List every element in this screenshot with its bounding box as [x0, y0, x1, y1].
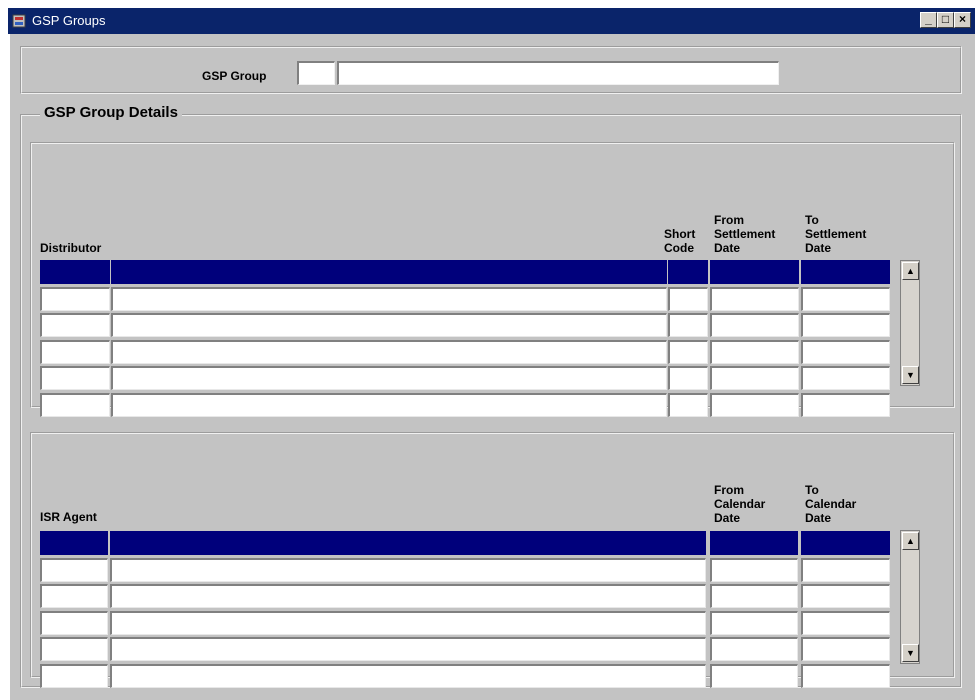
isr-agent-agent-code-cell[interactable]: [40, 557, 108, 582]
from-settlement-header-2: Settlement: [714, 227, 776, 241]
isr-agent-to-calendar-date-cell[interactable]: [801, 610, 890, 635]
distributor-distributor-name-cell[interactable]: [111, 286, 667, 311]
distributor-header: Distributor: [40, 241, 102, 255]
scroll-up-icon[interactable]: ▲: [902, 532, 919, 550]
distributor-from-settlement-date-cell[interactable]: [710, 366, 799, 390]
distributor-to-settlement-date-cell[interactable]: [801, 339, 890, 364]
isr-agent-from-calendar-date-cell[interactable]: [710, 557, 798, 582]
gsp-group-label: GSP Group: [202, 69, 267, 83]
to-calendar-header-3: Date: [805, 511, 832, 525]
to-calendar-header-2: Calendar: [805, 497, 857, 511]
distributor-distributor-code-cell[interactable]: [40, 366, 110, 390]
from-calendar-header-3: Date: [714, 511, 741, 525]
to-calendar-header-1: To: [805, 483, 819, 497]
distributor-distributor-code-cell[interactable]: [40, 339, 110, 364]
isr-agent-from-calendar-date-cell[interactable]: [710, 663, 798, 688]
short-code-header-1: Short: [664, 227, 696, 241]
isr-agent-from-calendar-date-cell[interactable]: [710, 637, 798, 661]
distributor-distributor-name-cell[interactable]: [111, 366, 667, 390]
gsp-group-details-title: GSP Group Details: [40, 104, 182, 121]
isr-agent-agent-name-cell[interactable]: [110, 637, 706, 661]
distributor-distributor-code-cell[interactable]: [40, 392, 110, 417]
to-settlement-header-2: Settlement: [805, 227, 867, 241]
distributor-to-settlement-date-cell[interactable]: [801, 286, 890, 311]
window-title: GSP Groups: [32, 13, 106, 28]
isr-agent-to-calendar-date-cell[interactable]: [801, 663, 890, 688]
to-settlement-header-3: Date: [805, 241, 832, 255]
isr-agent-from-calendar-date-cell[interactable]: [710, 531, 798, 555]
distributor-distributor-name-cell[interactable]: [111, 313, 667, 337]
distributor-from-settlement-date-cell[interactable]: [710, 260, 799, 284]
distributor-to-settlement-date-cell[interactable]: [801, 260, 890, 284]
isr-agent-agent-code-cell[interactable]: [40, 584, 108, 608]
minimize-button[interactable]: _: [920, 12, 937, 28]
scroll-down-icon[interactable]: ▼: [902, 366, 919, 384]
maximize-button[interactable]: □: [937, 12, 954, 28]
from-calendar-header-1: From: [714, 483, 744, 497]
distributor-from-settlement-date-cell[interactable]: [710, 286, 799, 311]
distributor-distributor-code-cell[interactable]: [40, 286, 110, 311]
isr-agent-agent-code-cell[interactable]: [40, 531, 108, 555]
distributor-from-settlement-date-cell[interactable]: [710, 392, 799, 417]
distributor-to-settlement-date-cell[interactable]: [801, 366, 890, 390]
isr-agent-agent-name-cell[interactable]: [110, 610, 706, 635]
gsp-group-code-input[interactable]: [297, 61, 335, 85]
isr-agent-from-calendar-date-cell[interactable]: [710, 610, 798, 635]
distributor-distributor-name-cell[interactable]: [111, 392, 667, 417]
distributor-distributor-name-cell[interactable]: [111, 339, 667, 364]
app-icon: [12, 14, 26, 28]
isr-agent-header: ISR Agent: [40, 510, 97, 524]
isr-agent-agent-code-cell[interactable]: [40, 663, 108, 688]
distributor-to-settlement-date-cell[interactable]: [801, 392, 890, 417]
isr-agent-agent-name-cell[interactable]: [110, 663, 706, 688]
distributor-from-settlement-date-cell[interactable]: [710, 313, 799, 337]
isr-agent-agent-name-cell[interactable]: [110, 531, 706, 555]
close-button[interactable]: ×: [954, 12, 971, 28]
isr-agent-scrollbar[interactable]: ▲ ▼: [900, 530, 920, 664]
distributor-to-settlement-date-cell[interactable]: [801, 313, 890, 337]
distributor-short-code-cell[interactable]: [668, 392, 708, 417]
isr-agent-agent-name-cell[interactable]: [110, 584, 706, 608]
isr-agent-agent-name-cell[interactable]: [110, 557, 706, 582]
isr-agent-to-calendar-date-cell[interactable]: [801, 557, 890, 582]
distributor-distributor-name-cell[interactable]: [111, 260, 667, 284]
isr-agent-agent-code-cell[interactable]: [40, 637, 108, 661]
isr-agent-from-calendar-date-cell[interactable]: [710, 584, 798, 608]
isr-agent-to-calendar-date-cell[interactable]: [801, 584, 890, 608]
distributor-from-settlement-date-cell[interactable]: [710, 339, 799, 364]
title-bar[interactable]: GSP Groups _ □ ×: [8, 8, 975, 34]
distributor-distributor-code-cell[interactable]: [40, 260, 110, 284]
distributor-short-code-cell[interactable]: [668, 313, 708, 337]
to-settlement-header-1: To: [805, 213, 819, 227]
distributor-scrollbar[interactable]: ▲ ▼: [900, 260, 920, 386]
from-settlement-header-3: Date: [714, 241, 741, 255]
gsp-group-name-input[interactable]: [337, 61, 779, 85]
distributor-short-code-cell[interactable]: [668, 366, 708, 390]
short-code-header-2: Code: [664, 241, 694, 255]
from-calendar-header-2: Calendar: [714, 497, 766, 511]
isr-agent-to-calendar-date-cell[interactable]: [801, 531, 890, 555]
distributor-short-code-cell[interactable]: [668, 286, 708, 311]
scroll-up-icon[interactable]: ▲: [902, 262, 919, 280]
distributor-short-code-cell[interactable]: [668, 339, 708, 364]
scroll-down-icon[interactable]: ▼: [902, 644, 919, 662]
distributor-distributor-code-cell[interactable]: [40, 313, 110, 337]
distributor-short-code-cell[interactable]: [668, 260, 708, 284]
isr-agent-agent-code-cell[interactable]: [40, 610, 108, 635]
from-settlement-header-1: From: [714, 213, 744, 227]
isr-agent-to-calendar-date-cell[interactable]: [801, 637, 890, 661]
